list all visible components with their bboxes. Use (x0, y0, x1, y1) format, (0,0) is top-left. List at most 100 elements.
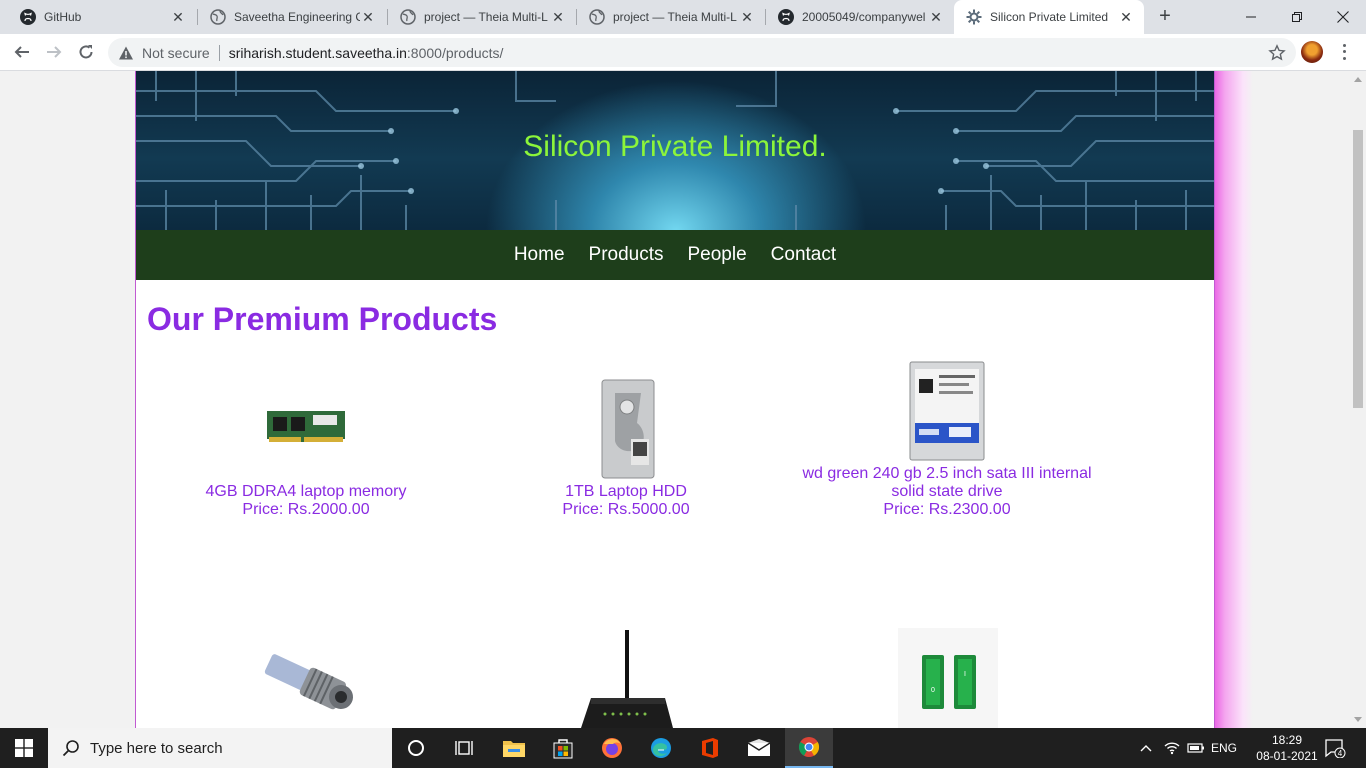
github-icon (778, 9, 794, 25)
reload-icon (79, 45, 93, 59)
windows-logo-icon (15, 739, 33, 757)
product-card[interactable]: 1TB Laptop HDD Price: Rs.5000.00 (466, 361, 786, 521)
header-banner: Silicon Private Limited. (136, 71, 1214, 230)
security-label[interactable]: Not secure (142, 45, 210, 61)
system-clock[interactable]: 18:29 08-01-2021 (1254, 732, 1320, 764)
main-navigation: Home Products People Contact (136, 230, 1214, 280)
search-icon (62, 740, 79, 757)
gear-favicon-icon (966, 9, 982, 25)
vertical-scrollbar[interactable] (1350, 71, 1366, 728)
browser-toolbar: Not secure sriharish.student.saveetha.in… (0, 34, 1366, 71)
clock-time: 18:29 (1271, 733, 1303, 747)
tab-github-repo[interactable]: 20005049/companywel ✕ (766, 0, 954, 34)
taskbar-search[interactable]: Type here to search (48, 728, 392, 768)
browser-menu-icon[interactable] (1336, 42, 1352, 62)
site-title: Silicon Private Limited. (523, 130, 827, 163)
chevron-up-icon (1140, 745, 1152, 752)
tab-title: project — Theia Multi-L (613, 10, 737, 24)
reload-button[interactable] (72, 38, 100, 66)
url-path[interactable]: :8000/products/ (407, 45, 504, 61)
omnibox-divider (218, 44, 220, 61)
product-name-line2[interactable]: solid state drive (787, 483, 1107, 501)
language-indicator[interactable]: ENG (1208, 728, 1240, 768)
task-view-icon[interactable] (440, 728, 488, 768)
close-icon[interactable]: ✕ (170, 9, 186, 25)
tab-silicon-active[interactable]: Silicon Private Limited ✕ (954, 0, 1144, 34)
chrome-icon[interactable] (785, 728, 833, 768)
tab-github[interactable]: GitHub ✕ (8, 0, 196, 34)
tab-title: GitHub (44, 10, 82, 24)
tab-theia-2[interactable]: project — Theia Multi-L ✕ (577, 0, 765, 34)
office-icon[interactable] (686, 728, 734, 768)
scrollbar-thumb[interactable] (1353, 130, 1363, 408)
proximity-sensor-image[interactable] (257, 648, 357, 713)
back-button[interactable] (8, 38, 36, 66)
restore-button[interactable] (1274, 0, 1320, 34)
new-tab-button[interactable]: + (1154, 6, 1176, 28)
svg-text:I: I (964, 671, 966, 678)
warning-icon[interactable] (118, 45, 134, 61)
page-container: Silicon Private Limited. Home Products P… (135, 71, 1215, 728)
tab-saveetha[interactable]: Saveetha Engineering C ✕ (198, 0, 386, 34)
store-icon[interactable] (539, 728, 587, 768)
action-center-icon[interactable]: 4 (1320, 728, 1350, 768)
profile-avatar[interactable] (1301, 41, 1323, 63)
notification-count: 4 (1338, 749, 1343, 758)
start-button[interactable] (0, 728, 48, 768)
nav-people-link[interactable]: People (688, 244, 747, 266)
battery-icon[interactable] (1184, 728, 1208, 768)
firefox-icon[interactable] (588, 728, 636, 768)
bookmark-star-icon[interactable] (1268, 44, 1286, 62)
show-hidden-icons-button[interactable] (1136, 728, 1156, 768)
close-icon (1337, 11, 1349, 23)
nav-products-link[interactable]: Products (589, 244, 664, 266)
forward-button[interactable] (40, 38, 68, 66)
close-icon[interactable]: ✕ (550, 9, 566, 25)
svg-text:0: 0 (931, 687, 935, 694)
product-price: Price: Rs.5000.00 (562, 501, 690, 518)
product-card[interactable]: wd green 240 gb 2.5 inch sata III intern… (787, 361, 1107, 521)
product-price: Price: Rs.2300.00 (883, 501, 1011, 518)
edge-icon[interactable] (637, 728, 685, 768)
url-host[interactable]: sriharish.student.saveetha.in (229, 45, 407, 61)
product-info: 4GB DDRA4 laptop memory Price: Rs.2000.0… (146, 483, 466, 519)
mail-icon[interactable] (735, 728, 783, 768)
product-name[interactable]: 1TB Laptop HDD (466, 483, 786, 501)
globe-icon (210, 9, 226, 25)
windows-taskbar: Type here to search ENG 18:29 08-01-2021 (0, 728, 1366, 768)
product-info: 1TB Laptop HDD Price: Rs.5000.00 (466, 483, 786, 519)
close-window-button[interactable] (1320, 0, 1366, 34)
file-explorer-icon[interactable] (490, 728, 538, 768)
address-bar[interactable]: Not secure sriharish.student.saveetha.in… (108, 38, 1296, 67)
clock-date: 08-01-2021 (1256, 749, 1318, 763)
product-price: Price: Rs.2000.00 (242, 501, 370, 518)
wd-drive-image[interactable] (909, 361, 985, 461)
tab-strip: GitHub ✕ Saveetha Engineering C ✕ projec… (0, 0, 1366, 34)
product-name-line1[interactable]: wd green 240 gb 2.5 inch sata III intern… (787, 465, 1107, 483)
rocker-switches-image[interactable]: 0I (898, 628, 998, 728)
minimize-icon (1246, 16, 1256, 18)
tab-theia-1[interactable]: project — Theia Multi-L ✕ (388, 0, 576, 34)
back-arrow-icon (14, 46, 29, 58)
close-icon[interactable]: ✕ (360, 9, 376, 25)
wifi-router-image[interactable] (577, 628, 677, 728)
tab-title: 20005049/companywel (802, 10, 926, 24)
forward-arrow-icon (47, 46, 62, 58)
close-icon[interactable]: ✕ (1118, 9, 1134, 25)
ram-stick-image[interactable] (267, 409, 345, 443)
scroll-up-arrow-icon[interactable] (1354, 77, 1362, 82)
search-placeholder: Type here to search (90, 739, 223, 757)
tab-title: Silicon Private Limited (990, 10, 1109, 24)
close-icon[interactable]: ✕ (739, 9, 755, 25)
cortana-icon[interactable] (392, 728, 440, 768)
wifi-icon[interactable] (1160, 728, 1184, 768)
nav-home-link[interactable]: Home (514, 244, 565, 266)
laptop-hdd-image[interactable] (601, 379, 655, 479)
product-name[interactable]: 4GB DDRA4 laptop memory (146, 483, 466, 501)
close-icon[interactable]: ✕ (928, 9, 944, 25)
product-card[interactable]: 4GB DDRA4 laptop memory Price: Rs.2000.0… (146, 361, 466, 521)
minimize-button[interactable] (1228, 0, 1274, 34)
decorative-side-band (1213, 71, 1253, 728)
scroll-down-arrow-icon[interactable] (1354, 717, 1362, 722)
nav-contact-link[interactable]: Contact (771, 244, 836, 266)
